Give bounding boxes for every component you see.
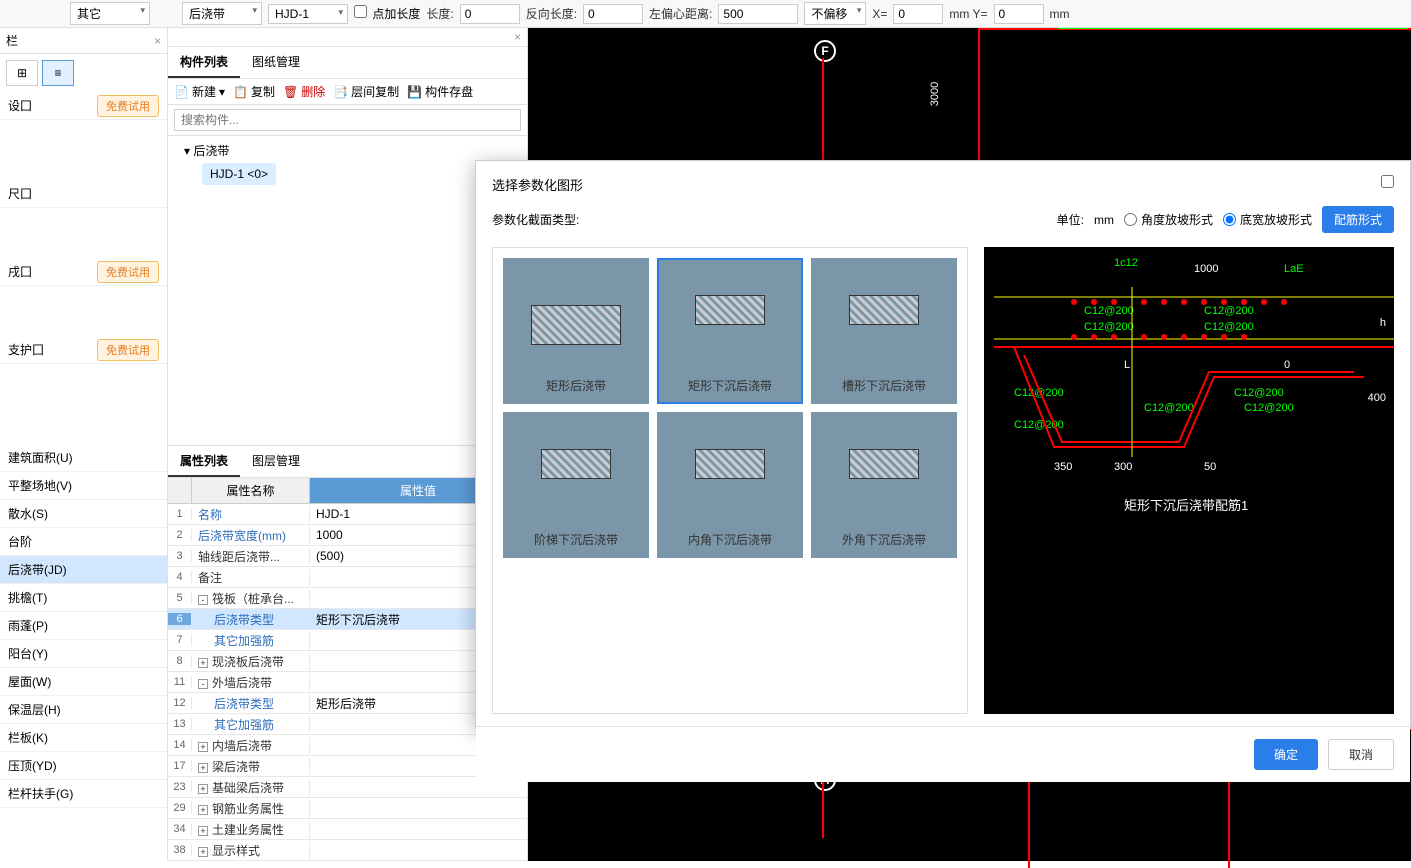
dropdown-offset[interactable]: 不偏移	[804, 2, 866, 25]
left-offset-label: 左偏心距离:	[649, 5, 712, 22]
grid-mark-f: F	[814, 40, 836, 62]
prop-row-6[interactable]: 6后浇带类型矩形下沉后浇带⋯	[168, 609, 527, 630]
prop-row-34[interactable]: 34+土建业务属性	[168, 819, 527, 840]
shape-step-sink[interactable]: 阶梯下沉后浇带	[503, 412, 649, 558]
try-free-btn-3[interactable]: 免费试用	[97, 339, 159, 361]
shape-rect[interactable]: 矩形后浇带	[503, 258, 649, 404]
nav-item-12[interactable]: 栏杆扶手(G)	[0, 780, 167, 808]
tree-child-hjd1[interactable]: HJD-1 <0>	[202, 163, 276, 185]
prop-row-4[interactable]: 4备注	[168, 567, 527, 588]
top-toolbar: 其它 后浇带 HJD-1 点加长度 长度: 反向长度: 左偏心距离: 不偏移 X…	[0, 0, 1411, 28]
prop-row-29[interactable]: 29+钢筋业务属性	[168, 798, 527, 819]
tab-property-list[interactable]: 属性列表	[168, 446, 240, 477]
ok-button[interactable]: 确定	[1254, 739, 1318, 770]
shape-rect-sink[interactable]: 矩形下沉后浇带	[657, 258, 803, 404]
component-tree: ▾ 后浇带 HJD-1 <0>	[168, 136, 527, 191]
prop-row-23[interactable]: 23+基础梁后浇带	[168, 777, 527, 798]
reverse-length-label: 反向长度:	[526, 5, 577, 22]
modal-title: 选择参数化图形	[492, 175, 1394, 194]
mmy-label: mm Y=	[949, 7, 987, 21]
new-button[interactable]: 📄新建▾	[174, 83, 225, 100]
x-label: X=	[872, 7, 887, 21]
mm-label: mm	[1050, 7, 1070, 21]
left-offset-input[interactable]	[718, 4, 798, 24]
prop-row-8[interactable]: 8+现浇板后浇带	[168, 651, 527, 672]
cancel-button[interactable]: 取消	[1328, 739, 1394, 770]
x-input[interactable]	[893, 4, 943, 24]
rebar-diagram: 1c12 1000 LaE C12@200 C12@200 C12@200 C1…	[984, 247, 1394, 714]
shape-grid: 矩形后浇带 矩形下沉后浇带 槽形下沉后浇带 阶梯下沉后浇带	[492, 247, 968, 714]
left-sidebar: 栏 × ⊞ ≡ 设囗 免费试用 尺囗 戌囗 免费试用 支护囗 免费试用 建筑面积…	[0, 28, 168, 861]
dropdown-category2[interactable]: 后浇带	[182, 2, 262, 25]
left-item-2[interactable]: 戌囗 免费试用	[0, 258, 167, 286]
dim-3000: 3000	[929, 82, 941, 106]
length-input[interactable]	[460, 4, 520, 24]
nav-item-8[interactable]: 屋面(W)	[0, 668, 167, 696]
length-label: 长度:	[426, 5, 453, 22]
radio-angle[interactable]: 角度放坡形式	[1124, 211, 1213, 228]
tree-parent[interactable]: ▾ 后浇带	[174, 142, 521, 159]
close-icon[interactable]: ×	[154, 34, 161, 48]
prop-row-2[interactable]: 2后浇带宽度(mm)1000	[168, 525, 527, 546]
nav-item-6[interactable]: 雨蓬(P)	[0, 612, 167, 640]
unit-value: mm	[1094, 213, 1114, 227]
radio-width[interactable]: 底宽放坡形式	[1223, 211, 1312, 228]
delete-button[interactable]: 🗑删除	[283, 83, 325, 100]
dropdown-component[interactable]: HJD-1	[268, 4, 348, 24]
tab-component-list[interactable]: 构件列表	[168, 47, 240, 78]
prop-row-38[interactable]: 38+显示样式	[168, 840, 527, 861]
shape-inner-sink[interactable]: 内角下沉后浇带	[657, 412, 803, 558]
close-icon[interactable]: ×	[514, 30, 521, 44]
reverse-length-input[interactable]	[583, 4, 643, 24]
prop-row-11[interactable]: 11-外墙后浇带	[168, 672, 527, 693]
prop-row-12[interactable]: 12后浇带类型矩形后浇带	[168, 693, 527, 714]
param-shape-modal: 选择参数化图形 参数化截面类型: 单位: mm 角度放坡形式 底宽放坡形式 配筋…	[475, 160, 1411, 729]
prop-header-name: 属性名称	[192, 478, 310, 503]
dropdown-category1[interactable]: 其它	[70, 2, 150, 25]
nav-item-5[interactable]: 挑檐(T)	[0, 584, 167, 612]
modal-subtitle: 参数化截面类型:	[492, 211, 579, 228]
prop-row-14[interactable]: 14+内墙后浇带	[168, 735, 527, 756]
try-free-btn[interactable]: 免费试用	[97, 95, 159, 117]
search-input[interactable]	[174, 109, 521, 131]
property-section: 属性列表 图层管理 属性名称 属性值 1名称HJD-12后浇带宽度(mm)100…	[168, 445, 527, 861]
nav-item-4[interactable]: 后浇带(JD)	[0, 556, 167, 584]
nav-item-7[interactable]: 阳台(Y)	[0, 640, 167, 668]
try-free-btn-2[interactable]: 免费试用	[97, 261, 159, 283]
left-item-3[interactable]: 支护囗 免费试用	[0, 336, 167, 364]
nav-item-2[interactable]: 散水(S)	[0, 500, 167, 528]
left-item-0[interactable]: 设囗 免费试用	[0, 92, 167, 120]
copy-button[interactable]: 📋复制	[233, 83, 275, 100]
nav-item-0[interactable]: 建筑面积(U)	[0, 444, 167, 472]
view-btn-2[interactable]: ≡	[42, 60, 74, 86]
middle-panel: × 构件列表 图纸管理 📄新建▾ 📋复制 🗑删除 📑层间复制 💾构件存盘 ▾ 后…	[168, 28, 528, 861]
config-rebar-button[interactable]: 配筋形式	[1322, 206, 1394, 233]
nav-item-1[interactable]: 平整场地(V)	[0, 472, 167, 500]
nav-item-10[interactable]: 栏板(K)	[0, 724, 167, 752]
left-item-1[interactable]: 尺囗	[0, 180, 167, 208]
nav-item-3[interactable]: 台阶	[0, 528, 167, 556]
shape-outer-sink[interactable]: 外角下沉后浇带	[811, 412, 957, 558]
prop-row-5[interactable]: 5-筏板（桩承台...	[168, 588, 527, 609]
point-length-check[interactable]: 点加长度	[354, 5, 420, 22]
prop-row-17[interactable]: 17+梁后浇带	[168, 756, 527, 777]
view-btn-1[interactable]: ⊞	[6, 60, 38, 86]
modal-checkbox[interactable]	[1381, 175, 1394, 188]
prop-row-13[interactable]: 13其它加强筋	[168, 714, 527, 735]
left-tab[interactable]: 栏	[6, 32, 18, 49]
nav-item-11[interactable]: 压顶(YD)	[0, 752, 167, 780]
tab-drawing-mgmt[interactable]: 图纸管理	[240, 47, 312, 78]
component-save-button[interactable]: 💾构件存盘	[407, 83, 473, 100]
prop-row-7[interactable]: 7其它加强筋	[168, 630, 527, 651]
nav-item-9[interactable]: 保温层(H)	[0, 696, 167, 724]
y-input[interactable]	[994, 4, 1044, 24]
tab-layer-mgmt[interactable]: 图层管理	[240, 446, 312, 477]
prop-row-1[interactable]: 1名称HJD-1	[168, 504, 527, 525]
floor-copy-button[interactable]: 📑层间复制	[333, 83, 399, 100]
shape-groove-sink[interactable]: 槽形下沉后浇带	[811, 258, 957, 404]
unit-label: 单位:	[1057, 211, 1084, 228]
diagram-svg	[984, 247, 1394, 714]
prop-row-3[interactable]: 3轴线距后浇带...(500)	[168, 546, 527, 567]
